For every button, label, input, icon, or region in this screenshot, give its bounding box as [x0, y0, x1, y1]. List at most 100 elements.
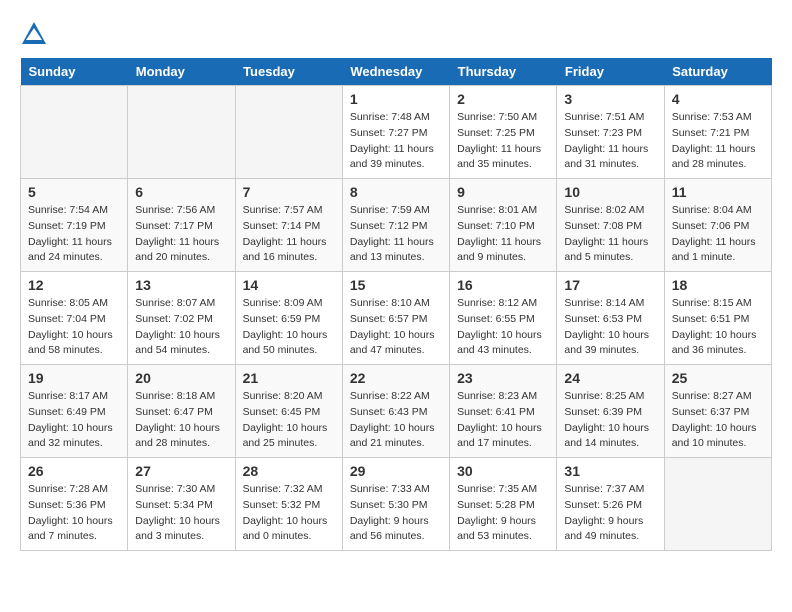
- calendar-cell: 4 Sunrise: 7:53 AM Sunset: 7:21 PM Daylig…: [664, 86, 771, 179]
- day-info: Sunrise: 8:23 AM Sunset: 6:41 PM Dayligh…: [457, 389, 549, 452]
- calendar-header: SundayMondayTuesdayWednesdayThursdayFrid…: [21, 58, 772, 86]
- day-info: Sunrise: 7:50 AM Sunset: 7:25 PM Dayligh…: [457, 110, 549, 173]
- day-number: 20: [135, 370, 227, 386]
- logo-icon: [20, 20, 48, 48]
- calendar-cell: 27 Sunrise: 7:30 AM Sunset: 5:34 PM Dayli…: [128, 458, 235, 551]
- calendar-cell: 12Sunrise: 8:05 AM Sunset: 7:04 PM Dayli…: [21, 272, 128, 365]
- header-saturday: Saturday: [664, 58, 771, 86]
- calendar-cell: 22 Sunrise: 8:22 AM Sunset: 6:43 PM Dayli…: [342, 365, 449, 458]
- day-info: Sunrise: 8:15 AM Sunset: 6:51 PM Dayligh…: [672, 296, 764, 359]
- day-number: 8: [350, 184, 442, 200]
- day-info: Sunrise: 8:27 AM Sunset: 6:37 PM Dayligh…: [672, 389, 764, 452]
- day-info: Sunrise: 7:35 AM Sunset: 5:28 PM Dayligh…: [457, 482, 549, 545]
- day-info: Sunrise: 7:28 AM Sunset: 5:36 PM Dayligh…: [28, 482, 120, 545]
- day-number: 14: [243, 277, 335, 293]
- day-number: 5: [28, 184, 120, 200]
- calendar-cell: 28 Sunrise: 7:32 AM Sunset: 5:32 PM Dayli…: [235, 458, 342, 551]
- day-info: Sunrise: 7:56 AM Sunset: 7:17 PM Dayligh…: [135, 203, 227, 266]
- day-info: Sunrise: 8:20 AM Sunset: 6:45 PM Dayligh…: [243, 389, 335, 452]
- day-number: 18: [672, 277, 764, 293]
- calendar-cell: 9Sunrise: 8:01 AM Sunset: 7:10 PM Daylig…: [450, 179, 557, 272]
- day-info: Sunrise: 7:48 AM Sunset: 7:27 PM Dayligh…: [350, 110, 442, 173]
- day-number: 17: [564, 277, 656, 293]
- header-thursday: Thursday: [450, 58, 557, 86]
- day-info: Sunrise: 7:51 AM Sunset: 7:23 PM Dayligh…: [564, 110, 656, 173]
- calendar-cell: 24 Sunrise: 8:25 AM Sunset: 6:39 PM Dayli…: [557, 365, 664, 458]
- day-info: Sunrise: 8:07 AM Sunset: 7:02 PM Dayligh…: [135, 296, 227, 359]
- calendar-cell: 20 Sunrise: 8:18 AM Sunset: 6:47 PM Dayli…: [128, 365, 235, 458]
- calendar-cell: 18 Sunrise: 8:15 AM Sunset: 6:51 PM Dayli…: [664, 272, 771, 365]
- calendar-cell: [21, 86, 128, 179]
- week-row-2: 12Sunrise: 8:05 AM Sunset: 7:04 PM Dayli…: [21, 272, 772, 365]
- calendar-cell: 30 Sunrise: 7:35 AM Sunset: 5:28 PM Dayli…: [450, 458, 557, 551]
- day-number: 13: [135, 277, 227, 293]
- calendar-cell: 3Sunrise: 7:51 AM Sunset: 7:23 PM Daylig…: [557, 86, 664, 179]
- day-number: 22: [350, 370, 442, 386]
- calendar-cell: 7 Sunrise: 7:57 AM Sunset: 7:14 PM Daylig…: [235, 179, 342, 272]
- calendar-cell: 29 Sunrise: 7:33 AM Sunset: 5:30 PM Dayli…: [342, 458, 449, 551]
- day-number: 29: [350, 463, 442, 479]
- header-wednesday: Wednesday: [342, 58, 449, 86]
- calendar-cell: 1Sunrise: 7:48 AM Sunset: 7:27 PM Daylig…: [342, 86, 449, 179]
- calendar-cell: [235, 86, 342, 179]
- day-number: 11: [672, 184, 764, 200]
- day-number: 21: [243, 370, 335, 386]
- calendar-cell: 14 Sunrise: 8:09 AM Sunset: 6:59 PM Dayli…: [235, 272, 342, 365]
- page-header: [20, 20, 772, 48]
- header-monday: Monday: [128, 58, 235, 86]
- day-info: Sunrise: 8:25 AM Sunset: 6:39 PM Dayligh…: [564, 389, 656, 452]
- day-info: Sunrise: 7:57 AM Sunset: 7:14 PM Dayligh…: [243, 203, 335, 266]
- day-number: 27: [135, 463, 227, 479]
- day-info: Sunrise: 8:18 AM Sunset: 6:47 PM Dayligh…: [135, 389, 227, 452]
- calendar-cell: 11 Sunrise: 8:04 AM Sunset: 7:06 PM Dayli…: [664, 179, 771, 272]
- calendar-cell: 19 Sunrise: 8:17 AM Sunset: 6:49 PM Dayli…: [21, 365, 128, 458]
- week-row-1: 5 Sunrise: 7:54 AM Sunset: 7:19 PM Daylig…: [21, 179, 772, 272]
- day-info: Sunrise: 7:37 AM Sunset: 5:26 PM Dayligh…: [564, 482, 656, 545]
- day-info: Sunrise: 8:12 AM Sunset: 6:55 PM Dayligh…: [457, 296, 549, 359]
- header-friday: Friday: [557, 58, 664, 86]
- day-info: Sunrise: 8:10 AM Sunset: 6:57 PM Dayligh…: [350, 296, 442, 359]
- calendar-body: 1Sunrise: 7:48 AM Sunset: 7:27 PM Daylig…: [21, 86, 772, 551]
- week-row-3: 19 Sunrise: 8:17 AM Sunset: 6:49 PM Dayli…: [21, 365, 772, 458]
- week-row-4: 26 Sunrise: 7:28 AM Sunset: 5:36 PM Dayli…: [21, 458, 772, 551]
- calendar-cell: 8Sunrise: 7:59 AM Sunset: 7:12 PM Daylig…: [342, 179, 449, 272]
- calendar-cell: 21 Sunrise: 8:20 AM Sunset: 6:45 PM Dayli…: [235, 365, 342, 458]
- day-info: Sunrise: 7:30 AM Sunset: 5:34 PM Dayligh…: [135, 482, 227, 545]
- calendar-cell: 26 Sunrise: 7:28 AM Sunset: 5:36 PM Dayli…: [21, 458, 128, 551]
- day-info: Sunrise: 7:32 AM Sunset: 5:32 PM Dayligh…: [243, 482, 335, 545]
- calendar-cell: 6Sunrise: 7:56 AM Sunset: 7:17 PM Daylig…: [128, 179, 235, 272]
- week-row-0: 1Sunrise: 7:48 AM Sunset: 7:27 PM Daylig…: [21, 86, 772, 179]
- day-number: 15: [350, 277, 442, 293]
- day-info: Sunrise: 7:54 AM Sunset: 7:19 PM Dayligh…: [28, 203, 120, 266]
- day-info: Sunrise: 7:53 AM Sunset: 7:21 PM Dayligh…: [672, 110, 764, 173]
- header-row: SundayMondayTuesdayWednesdayThursdayFrid…: [21, 58, 772, 86]
- day-info: Sunrise: 8:17 AM Sunset: 6:49 PM Dayligh…: [28, 389, 120, 452]
- calendar-cell: 17Sunrise: 8:14 AM Sunset: 6:53 PM Dayli…: [557, 272, 664, 365]
- day-info: Sunrise: 8:22 AM Sunset: 6:43 PM Dayligh…: [350, 389, 442, 452]
- day-number: 4: [672, 91, 764, 107]
- day-info: Sunrise: 8:04 AM Sunset: 7:06 PM Dayligh…: [672, 203, 764, 266]
- day-number: 25: [672, 370, 764, 386]
- calendar-cell: [664, 458, 771, 551]
- day-number: 23: [457, 370, 549, 386]
- day-number: 30: [457, 463, 549, 479]
- calendar-cell: 16 Sunrise: 8:12 AM Sunset: 6:55 PM Dayli…: [450, 272, 557, 365]
- day-number: 16: [457, 277, 549, 293]
- day-info: Sunrise: 8:09 AM Sunset: 6:59 PM Dayligh…: [243, 296, 335, 359]
- day-number: 28: [243, 463, 335, 479]
- day-number: 7: [243, 184, 335, 200]
- day-number: 26: [28, 463, 120, 479]
- calendar-cell: 15 Sunrise: 8:10 AM Sunset: 6:57 PM Dayli…: [342, 272, 449, 365]
- calendar-cell: 25 Sunrise: 8:27 AM Sunset: 6:37 PM Dayli…: [664, 365, 771, 458]
- calendar-cell: 10Sunrise: 8:02 AM Sunset: 7:08 PM Dayli…: [557, 179, 664, 272]
- calendar-cell: 23 Sunrise: 8:23 AM Sunset: 6:41 PM Dayli…: [450, 365, 557, 458]
- day-info: Sunrise: 7:33 AM Sunset: 5:30 PM Dayligh…: [350, 482, 442, 545]
- header-tuesday: Tuesday: [235, 58, 342, 86]
- day-number: 2: [457, 91, 549, 107]
- day-number: 24: [564, 370, 656, 386]
- calendar-cell: 2 Sunrise: 7:50 AM Sunset: 7:25 PM Daylig…: [450, 86, 557, 179]
- calendar-cell: 31Sunrise: 7:37 AM Sunset: 5:26 PM Dayli…: [557, 458, 664, 551]
- header-sunday: Sunday: [21, 58, 128, 86]
- day-info: Sunrise: 8:02 AM Sunset: 7:08 PM Dayligh…: [564, 203, 656, 266]
- day-number: 19: [28, 370, 120, 386]
